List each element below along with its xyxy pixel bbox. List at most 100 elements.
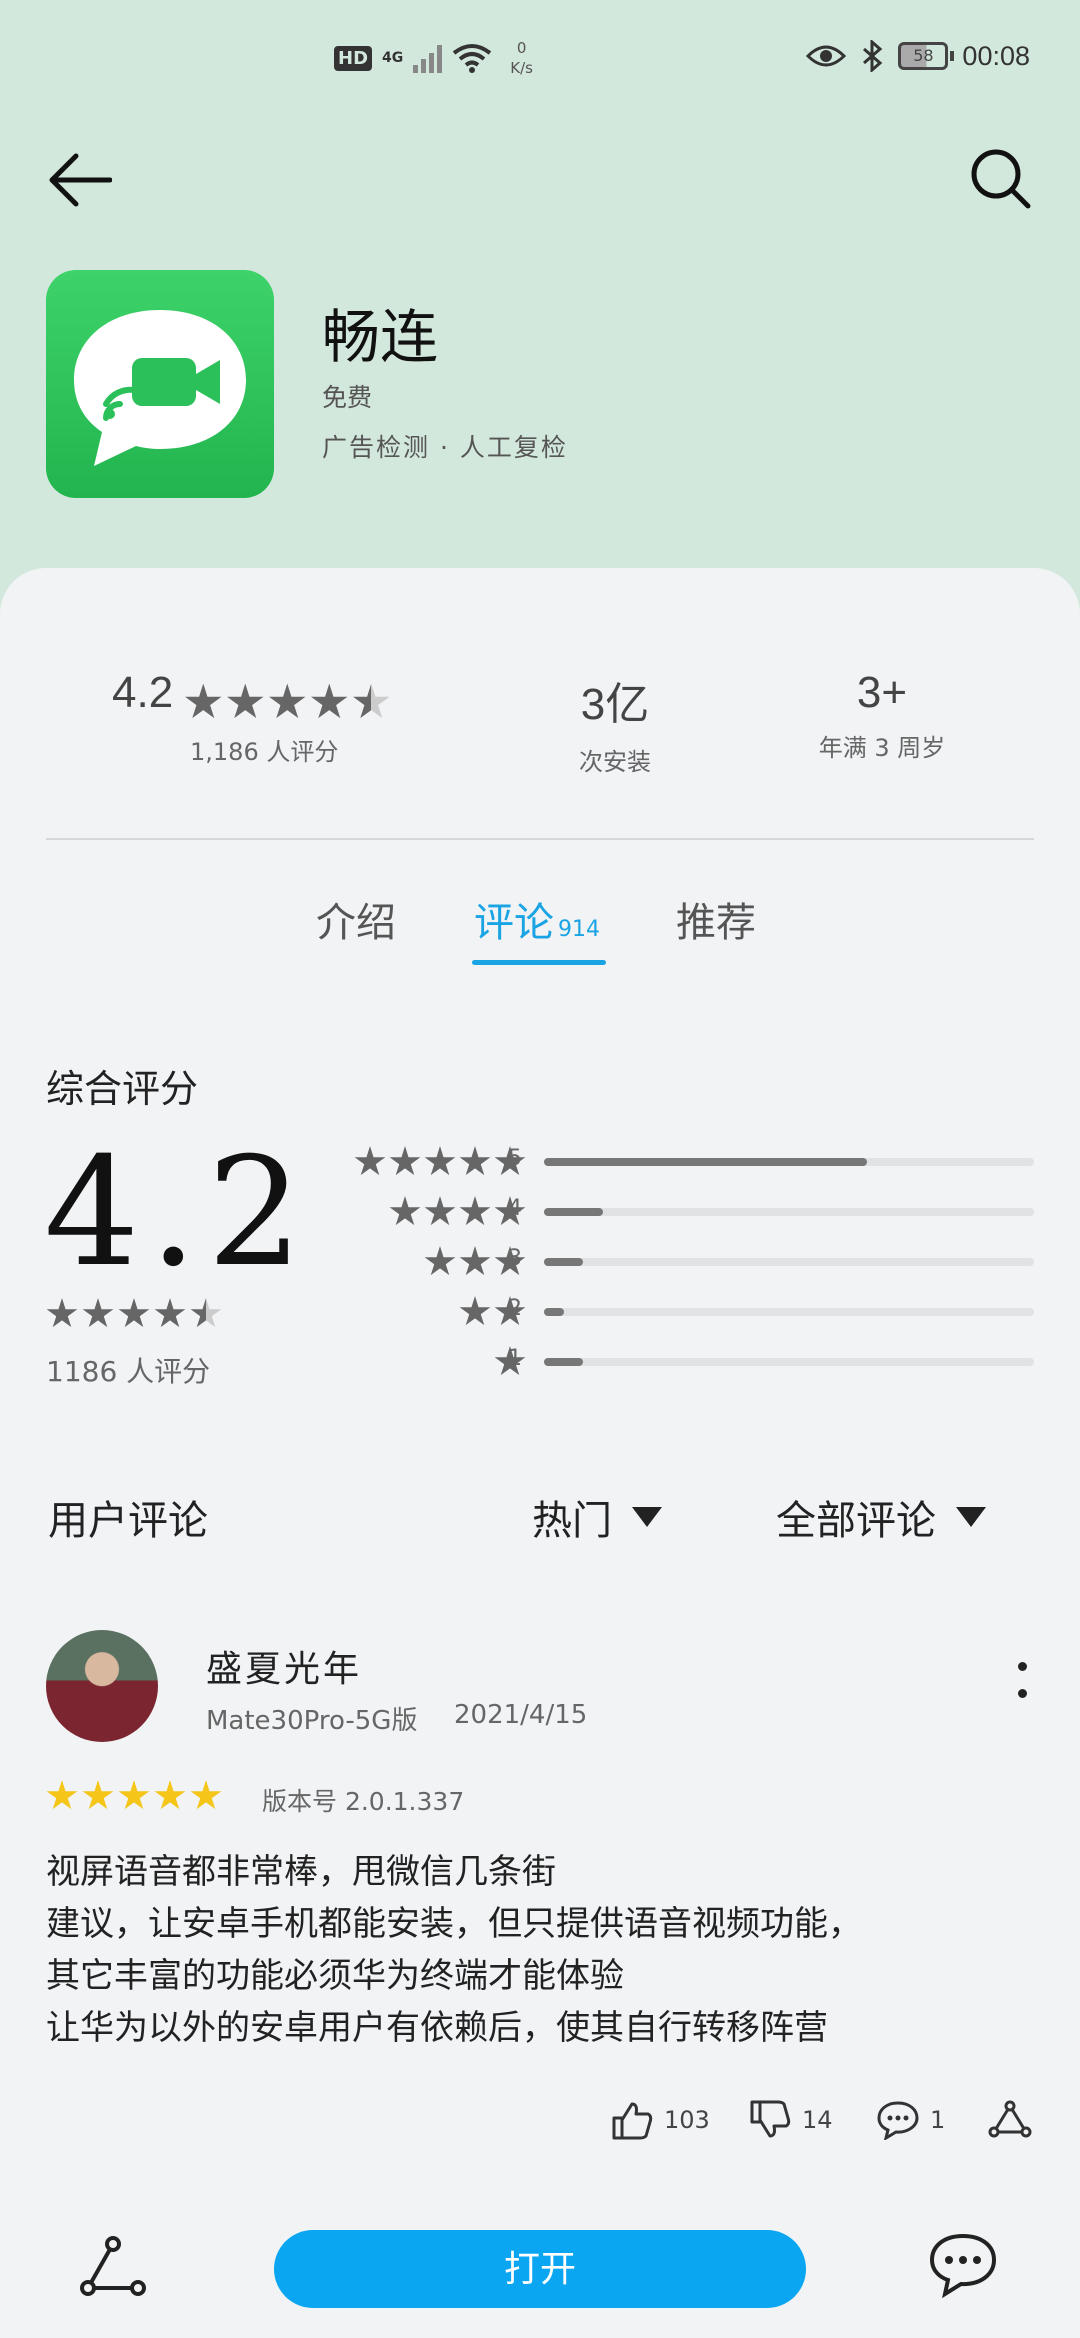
star-icon: [82, 1780, 114, 1810]
star-icon: [46, 1298, 78, 1328]
star-icon: [424, 1196, 456, 1226]
overall-score: 4.2: [44, 1126, 313, 1300]
like-button[interactable]: 103: [610, 2100, 710, 2140]
more-vertical-icon[interactable]: [1012, 1662, 1032, 1722]
review-device: Mate30Pro-5G版: [206, 1706, 418, 1736]
dist-row-3: 3: [320, 1242, 1034, 1282]
tab-intro[interactable]: 介绍: [316, 890, 396, 948]
tab-intro-label: 介绍: [316, 900, 396, 946]
app-checks: 广告检测 · 人工复检: [322, 433, 568, 462]
wifi-icon: [453, 44, 492, 73]
dist-label: 5: [508, 1146, 522, 1171]
review-actions: 103 14 1: [0, 2100, 1080, 2150]
star-half-icon: [353, 683, 390, 719]
star-icon: [46, 1780, 78, 1810]
tab-recommend-label: 推荐: [676, 900, 756, 946]
age-stat: 3+ 年满 3 周岁: [782, 668, 982, 763]
age-label: 年满 3 周岁: [818, 734, 946, 762]
overall-title: 综合评分: [46, 1067, 199, 1111]
status-right: 58 00:08: [806, 40, 1030, 72]
share-icon[interactable]: [80, 2236, 146, 2300]
thumbs-up-icon: [612, 2102, 653, 2140]
reviews-title: 用户评论: [48, 1498, 208, 1544]
comment-button[interactable]: 1: [876, 2100, 945, 2140]
dislike-count: 14: [802, 2106, 833, 2134]
dist-stars: [389, 1196, 526, 1228]
share-review-button[interactable]: [988, 2100, 1032, 2140]
star-icon: [389, 1146, 421, 1176]
avatar[interactable]: [46, 1630, 158, 1742]
review-version: 版本号 2.0.1.337: [262, 1787, 465, 1816]
filter-label: 全部评论: [776, 1498, 936, 1544]
tab-recommend[interactable]: 推荐: [676, 890, 756, 948]
dist-track: [544, 1308, 1034, 1316]
dist-track: [544, 1258, 1034, 1266]
star-icon: [311, 683, 348, 719]
dist-fill: [544, 1158, 868, 1166]
like-count: 103: [664, 2106, 710, 2134]
star-icon: [118, 1780, 150, 1810]
filter-dropdown[interactable]: 全部评论: [776, 1488, 986, 1546]
app-name: 畅连: [322, 303, 439, 371]
chevron-down-icon: [632, 1507, 662, 1527]
dislike-button[interactable]: 14: [748, 2100, 833, 2140]
dist-track: [544, 1158, 1034, 1166]
installs-stat: 3亿 次安装: [520, 668, 710, 777]
clock: 00:08: [962, 40, 1030, 71]
dist-row-4: 4: [320, 1192, 1034, 1232]
star-icon: [118, 1298, 150, 1328]
arrow-left-icon[interactable]: [48, 150, 112, 210]
star-half-icon: [190, 1298, 222, 1328]
share-icon: [988, 2100, 1032, 2138]
star-icon: [354, 1146, 386, 1176]
age-value: 3+: [856, 668, 908, 717]
star-icon: [227, 683, 264, 719]
tab-bar: 介绍 评论 914 推荐: [0, 890, 1080, 970]
open-button[interactable]: 打开: [274, 2230, 806, 2308]
review-username: 盛夏光年: [206, 1649, 363, 1690]
overall-stars: [46, 1298, 222, 1330]
overall-count: 1186 人评分: [46, 1355, 211, 1388]
dist-track: [544, 1208, 1034, 1216]
rating-stars: [184, 683, 390, 722]
star-icon: [459, 1146, 491, 1176]
signal-icon: [413, 43, 443, 73]
speed-unit: K/s: [510, 59, 533, 77]
sort-dropdown[interactable]: 热门: [532, 1488, 662, 1546]
dist-fill: [544, 1308, 564, 1316]
comment-icon: [877, 2101, 919, 2140]
dist-fill: [544, 1258, 584, 1266]
rating-stat: 4.2 1,186 人评分: [112, 668, 432, 767]
star-icon: [154, 1298, 186, 1328]
chat-bubble-icon[interactable]: [928, 2232, 998, 2298]
dist-row-1: 1: [320, 1342, 1034, 1382]
tab-reviews-count: 914: [558, 917, 600, 942]
review-date: 2021/4/15: [454, 1700, 588, 1730]
dist-label: 3: [508, 1246, 522, 1271]
battery-icon: 58: [898, 42, 955, 70]
app-icon: [46, 270, 274, 498]
search-icon[interactable]: [968, 146, 1032, 210]
status-left: HD 4G 0 K/s: [334, 38, 533, 78]
hd-badge: HD: [334, 45, 373, 71]
tab-reviews[interactable]: 评论 914: [474, 890, 600, 948]
reviews-header: 用户评论 热门 全部评论: [0, 1488, 1080, 1548]
star-icon: [424, 1246, 456, 1276]
star-icon: [459, 1196, 491, 1226]
app-price: 免费: [322, 383, 373, 412]
star-icon: [459, 1296, 491, 1326]
rating-count: 1,186 人评分: [190, 737, 339, 766]
dist-label: 1: [508, 1346, 522, 1371]
dist-track: [544, 1358, 1034, 1366]
installs-label: 次安装: [579, 748, 651, 776]
star-icon: [389, 1196, 421, 1226]
thumbs-down-icon: [750, 2100, 791, 2138]
bluetooth-icon: [863, 40, 883, 72]
divider: [46, 838, 1034, 840]
review-stars: [46, 1780, 222, 1812]
bottom-bar: 打开: [0, 2224, 1080, 2338]
dist-label: 2: [508, 1296, 522, 1321]
star-icon: [154, 1780, 186, 1810]
video-chat-icon: [74, 310, 246, 466]
dist-row-5: 5: [320, 1142, 1034, 1182]
